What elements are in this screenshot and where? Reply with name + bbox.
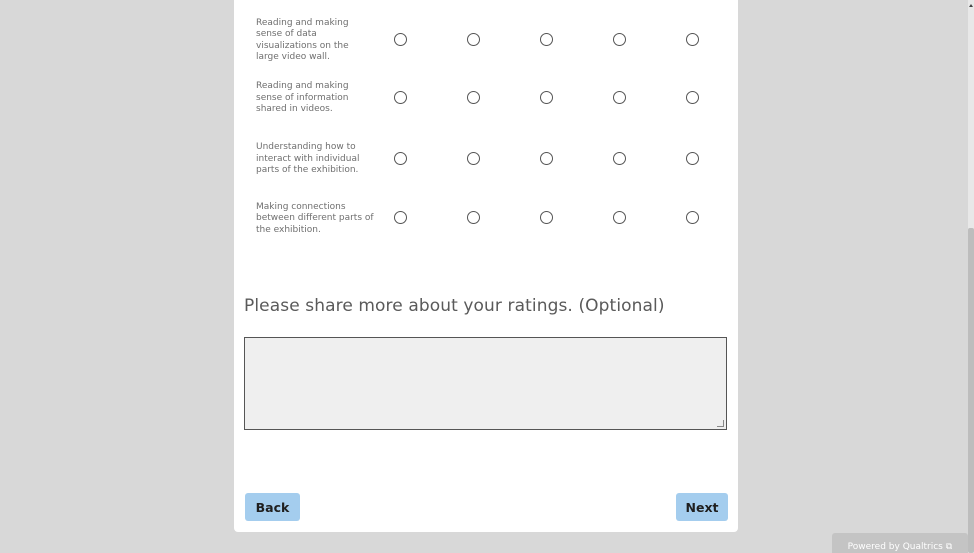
rating-matrix: Reading and making sense of data visuali… xyxy=(256,10,726,245)
radio-group xyxy=(394,151,724,168)
radio-option[interactable] xyxy=(394,151,407,165)
matrix-row-label: Reading and making sense of information … xyxy=(256,81,349,115)
radio-group xyxy=(394,90,724,107)
matrix-row: Understanding how to interact with indiv… xyxy=(256,126,726,193)
scrollbar[interactable] xyxy=(968,0,974,553)
matrix-row-label: Making connections between different par… xyxy=(256,201,374,235)
radio-option[interactable] xyxy=(540,32,553,46)
radio-option[interactable] xyxy=(686,32,699,46)
matrix-row-label: Understanding how to interact with indiv… xyxy=(256,142,360,176)
radio-group xyxy=(394,32,724,49)
radio-option[interactable] xyxy=(613,90,626,104)
next-button[interactable]: Next xyxy=(676,493,728,521)
radio-option[interactable] xyxy=(467,151,480,165)
question-title: Please share more about your ratings. (O… xyxy=(244,296,665,316)
powered-by-link[interactable]: Powered by Qualtrics ⧉ xyxy=(832,533,968,553)
scrollbar-thumb[interactable] xyxy=(968,228,974,553)
radio-option[interactable] xyxy=(686,90,699,104)
matrix-row: Making connections between different par… xyxy=(256,193,726,245)
radio-option[interactable] xyxy=(686,151,699,165)
radio-option[interactable] xyxy=(613,151,626,165)
survey-card: Reading and making sense of data visuali… xyxy=(234,0,738,532)
matrix-row: Reading and making sense of data visuali… xyxy=(256,10,726,71)
radio-option[interactable] xyxy=(467,211,480,224)
radio-option[interactable] xyxy=(467,90,480,104)
matrix-row-label: Reading and making sense of data visuali… xyxy=(256,17,349,63)
radio-option[interactable] xyxy=(540,211,553,224)
resize-handle-icon[interactable] xyxy=(717,420,724,427)
radio-option[interactable] xyxy=(540,90,553,104)
radio-option[interactable] xyxy=(686,211,699,224)
radio-option[interactable] xyxy=(613,32,626,46)
radio-option[interactable] xyxy=(540,151,553,165)
matrix-row: Reading and making sense of information … xyxy=(256,71,726,126)
external-link-icon: ⧉ xyxy=(945,542,953,552)
radio-option[interactable] xyxy=(394,32,407,46)
radio-option[interactable] xyxy=(394,90,407,104)
radio-group xyxy=(394,211,724,227)
radio-option[interactable] xyxy=(394,211,407,224)
back-button[interactable]: Back xyxy=(245,493,300,521)
radio-option[interactable] xyxy=(613,211,626,224)
radio-option[interactable] xyxy=(467,32,480,46)
powered-by-label: Powered by Qualtrics xyxy=(847,542,943,552)
ratings-comment-textarea[interactable] xyxy=(244,337,727,430)
scroll-up-icon[interactable] xyxy=(969,4,973,7)
survey-page: Reading and making sense of data visuali… xyxy=(0,0,974,553)
